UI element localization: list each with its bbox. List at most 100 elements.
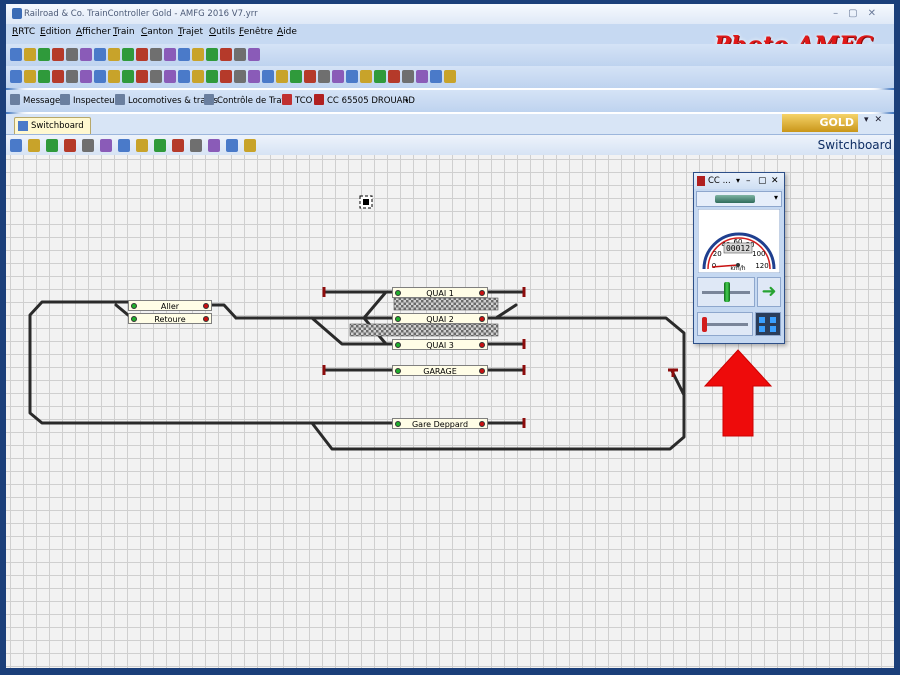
toolbar-tool-icon[interactable] (164, 48, 176, 61)
signal-red-icon[interactable] (479, 290, 485, 296)
toolbar-tool-icon[interactable] (220, 48, 232, 61)
toolbar-tool-icon[interactable] (122, 70, 134, 83)
block-garage[interactable]: GARAGE (392, 365, 488, 376)
toolbar-tool-icon[interactable] (360, 70, 372, 83)
signal-green-icon[interactable] (131, 303, 137, 309)
window-controls[interactable]: –▢✕ (833, 4, 886, 24)
toolbar-tool-icon[interactable] (122, 48, 134, 61)
signal-green-icon[interactable] (395, 421, 401, 427)
toolbar-tool-icon[interactable] (220, 70, 232, 83)
throttle-slider[interactable] (697, 277, 755, 307)
toolbar-tool-icon[interactable] (136, 70, 148, 83)
toolbar-tool-icon[interactable] (430, 70, 442, 83)
toolbar-tool-icon[interactable] (38, 48, 50, 61)
toolbar-tool-icon[interactable] (248, 70, 260, 83)
menu-aide[interactable]: Aide (277, 27, 297, 37)
toolbar-tool-icon[interactable] (150, 48, 162, 61)
toolbar-tool-icon[interactable] (52, 70, 64, 83)
toolbar-tool-icon[interactable] (262, 70, 274, 83)
toolbar-tool-icon[interactable] (108, 70, 120, 83)
messages-button[interactable]: Messages (10, 94, 65, 108)
block-retoure[interactable]: Retoure (128, 313, 212, 324)
menu-edition[interactable]: Edition (40, 27, 71, 37)
toolbar-tool-icon[interactable] (206, 48, 218, 61)
menu-rrtc[interactable]: RRTC (12, 27, 35, 37)
brake-slider[interactable] (697, 312, 753, 336)
block-quai3[interactable]: QUAI 3 (392, 339, 488, 350)
toolbar-tool-icon[interactable] (374, 70, 386, 83)
toolbar-tool-icon[interactable] (208, 139, 220, 152)
toolbar-tool-icon[interactable] (290, 70, 302, 83)
toolbar-tool-icon[interactable] (66, 70, 78, 83)
toolbar-tool-icon[interactable] (402, 70, 414, 83)
toolbar-tool-icon[interactable] (66, 48, 78, 61)
toolbar-tool-icon[interactable] (28, 139, 40, 152)
signal-red-icon[interactable] (479, 342, 485, 348)
traffic-control-button[interactable]: Contrôle de Trafic (204, 94, 292, 108)
menu-afficher[interactable]: Afficher (76, 27, 111, 37)
signal-green-icon[interactable] (395, 342, 401, 348)
toolbar-tool-icon[interactable] (318, 70, 330, 83)
block-aller[interactable]: Aller (128, 300, 212, 311)
toolbar-tool-icon[interactable] (172, 139, 184, 152)
toolbar-tool-icon[interactable] (192, 70, 204, 83)
throttle-knob[interactable] (724, 282, 730, 302)
cab-locomotive-selector[interactable]: ▾ (696, 191, 782, 207)
function-key-icon[interactable] (770, 326, 776, 332)
cab-menu-chevron-icon[interactable]: ▾ (736, 173, 740, 189)
signal-red-icon[interactable] (479, 421, 485, 427)
function-key-icon[interactable] (759, 326, 765, 332)
toolbar-tool-icon[interactable] (304, 70, 316, 83)
function-key-icon[interactable] (759, 317, 765, 323)
toolbar-tool-icon[interactable] (100, 139, 112, 152)
toolbar-tool-icon[interactable] (80, 48, 92, 61)
toolbar-tool-icon[interactable] (24, 70, 36, 83)
toolbar-tool-icon[interactable] (94, 70, 106, 83)
tco-button[interactable]: TCO (282, 94, 312, 108)
brake-knob[interactable] (702, 317, 707, 332)
signal-green-icon[interactable] (395, 368, 401, 374)
toolbar-tool-icon[interactable] (226, 139, 238, 152)
toolbar-tool-icon[interactable] (190, 139, 202, 152)
toolbar-tool-icon[interactable] (136, 48, 148, 61)
toolbar-tool-icon[interactable] (192, 48, 204, 61)
toolbar-tool-icon[interactable] (276, 70, 288, 83)
toolbar-tool-icon[interactable] (82, 139, 94, 152)
signal-red-icon[interactable] (203, 316, 209, 322)
toolbar-tool-icon[interactable] (64, 139, 76, 152)
locomotives-button[interactable]: Locomotives & trains (115, 94, 218, 108)
toolbar-tool-icon[interactable] (388, 70, 400, 83)
toolbar-tool-icon[interactable] (164, 70, 176, 83)
block-quai2[interactable]: QUAI 2 (392, 313, 488, 324)
tab-switchboard[interactable]: Switchboard (14, 117, 91, 134)
toolbar-tool-icon[interactable] (206, 70, 218, 83)
toolbar-tool-icon[interactable] (332, 70, 344, 83)
cab-close-icon[interactable]: ✕ (771, 173, 779, 189)
cab-minimize-icon[interactable]: – (746, 173, 751, 189)
toolbar-tool-icon[interactable] (52, 48, 64, 61)
direction-forward-arrow-icon[interactable]: ➜ (757, 277, 781, 307)
toolbar-tool-icon[interactable] (416, 70, 428, 83)
toolbar-tool-icon[interactable] (154, 139, 166, 152)
toolbar-tool-icon[interactable] (94, 48, 106, 61)
toolbar-tool-icon[interactable] (444, 70, 456, 83)
toolbar-overflow-chevron-icon[interactable]: ▾ (405, 94, 409, 108)
toolbar-tool-icon[interactable] (118, 139, 130, 152)
toolbar-tool-icon[interactable] (234, 48, 246, 61)
toolbar-tool-icon[interactable] (244, 139, 256, 152)
signal-green-icon[interactable] (395, 316, 401, 322)
menu-outils[interactable]: Outils (209, 27, 235, 37)
tab-controls[interactable]: ▾✕ (864, 115, 888, 125)
toolbar-tool-icon[interactable] (248, 48, 260, 61)
signal-green-icon[interactable] (131, 316, 137, 322)
selection-handle[interactable] (359, 195, 373, 209)
toolbar-tool-icon[interactable] (10, 70, 22, 83)
toolbar-tool-icon[interactable] (234, 70, 246, 83)
inspector-button[interactable]: Inspecteur (60, 94, 118, 108)
function-key-icon[interactable] (770, 317, 776, 323)
cab-maximize-icon[interactable]: ▢ (758, 173, 767, 189)
toolbar-tool-icon[interactable] (178, 48, 190, 61)
toolbar-tool-icon[interactable] (178, 70, 190, 83)
menu-canton[interactable]: Canton (141, 27, 173, 37)
toolbar-tool-icon[interactable] (108, 48, 120, 61)
